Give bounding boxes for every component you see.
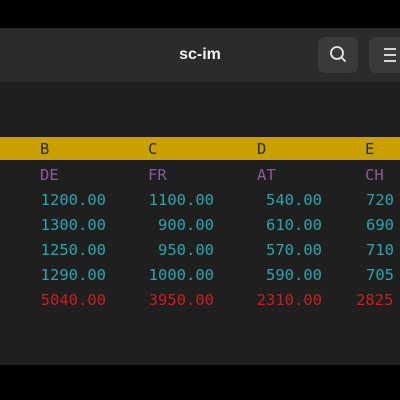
column-header-bar	[0, 137, 400, 160]
cell-value[interactable]: 690	[330, 215, 400, 235]
cell-label-de[interactable]: DE	[40, 165, 59, 185]
cell-value[interactable]: 570.00	[222, 240, 322, 260]
cell-value[interactable]: 590.00	[222, 265, 322, 285]
column-header-e[interactable]: E	[365, 139, 374, 159]
cell-total[interactable]: 2310.00	[222, 290, 322, 310]
cell-label-at[interactable]: AT	[257, 165, 276, 185]
cell-value[interactable]: 610.00	[222, 215, 322, 235]
cell-value[interactable]: 705	[330, 265, 400, 285]
window-bottom-edge	[0, 365, 400, 400]
cell-total[interactable]: 2825	[330, 290, 400, 310]
column-header-d[interactable]: D	[257, 139, 266, 159]
search-button[interactable]	[318, 37, 358, 73]
terminal-area[interactable]: B C D E DE FR AT CH 1200.00 1100.00 540.…	[0, 83, 400, 365]
cell-value[interactable]: 900.00	[114, 215, 214, 235]
cell-value[interactable]: 1000.00	[114, 265, 214, 285]
cell-label-ch[interactable]: CH	[365, 165, 384, 185]
cell-label-fr[interactable]: FR	[148, 165, 167, 185]
main-menu-button[interactable]	[369, 37, 400, 73]
cell-value[interactable]: 710	[330, 240, 400, 260]
column-header-c[interactable]: C	[148, 139, 157, 159]
search-icon	[330, 46, 346, 62]
cell-value[interactable]: 540.00	[222, 190, 322, 210]
cell-value[interactable]: 720	[330, 190, 400, 210]
cell-value[interactable]: 1200.00	[6, 190, 106, 210]
cell-value[interactable]: 950.00	[114, 240, 214, 260]
app-window: sc-im B C D E DE FR AT CH 1200.00 1100.0…	[0, 0, 400, 400]
hamburger-menu-icon	[384, 48, 396, 62]
cell-value[interactable]: 1300.00	[6, 215, 106, 235]
cell-value[interactable]: 1250.00	[6, 240, 106, 260]
title-bar: sc-im	[0, 28, 400, 83]
cell-total[interactable]: 3950.00	[114, 290, 214, 310]
cell-value[interactable]: 1290.00	[6, 265, 106, 285]
cell-value[interactable]: 1100.00	[114, 190, 214, 210]
column-header-b[interactable]: B	[40, 139, 49, 159]
cell-total[interactable]: 5040.00	[6, 290, 106, 310]
